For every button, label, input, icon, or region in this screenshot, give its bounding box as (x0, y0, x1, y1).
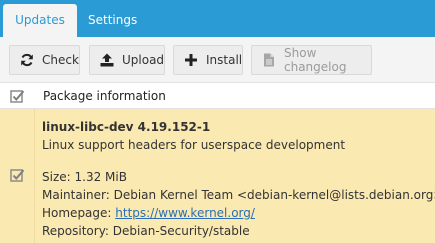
homepage-link[interactable]: https://www.kernel.org/ (115, 206, 255, 220)
upload-icon (100, 53, 114, 67)
package-name: linux-libc-dev 4.19.152-1 (42, 120, 211, 134)
show-changelog-button[interactable]: Show changelog (251, 45, 372, 75)
table-header: Package information (0, 82, 435, 109)
tab-updates[interactable]: Updates (3, 4, 77, 37)
select-all-checkbox[interactable] (10, 89, 25, 104)
row-checkbox[interactable] (10, 168, 25, 183)
check-button-label: Check (42, 53, 79, 67)
upload-button-label: Upload (122, 53, 165, 67)
package-maintainer: Maintainer: Debian Kernel Team <debian-k… (42, 188, 435, 202)
package-size: Size: 1.32 MiB (42, 170, 127, 184)
tab-bar: Updates Settings (0, 0, 435, 37)
install-button[interactable]: Install (173, 45, 243, 75)
document-icon (262, 53, 276, 67)
install-button-label: Install (206, 53, 243, 67)
plus-icon (184, 53, 198, 67)
package-info-cell: linux-libc-dev 4.19.152-1 Linux support … (42, 118, 435, 240)
homepage-label: Homepage: (42, 206, 116, 220)
table-row[interactable]: linux-libc-dev 4.19.152-1 Linux support … (0, 109, 435, 243)
column-header-package-information: Package information (43, 89, 166, 103)
toolbar: Check Upload Install Show changelog (0, 37, 435, 82)
refresh-icon (20, 53, 34, 67)
package-repository: Repository: Debian-Security/stable (42, 224, 250, 238)
check-button[interactable]: Check (9, 45, 80, 75)
column-divider (34, 109, 35, 243)
upload-button[interactable]: Upload (89, 45, 165, 75)
show-changelog-button-label: Show changelog (284, 46, 347, 74)
package-description: Linux support headers for userspace deve… (42, 138, 346, 152)
tab-settings[interactable]: Settings (78, 4, 147, 37)
package-homepage: Homepage: https://www.kernel.org/ (42, 204, 435, 222)
